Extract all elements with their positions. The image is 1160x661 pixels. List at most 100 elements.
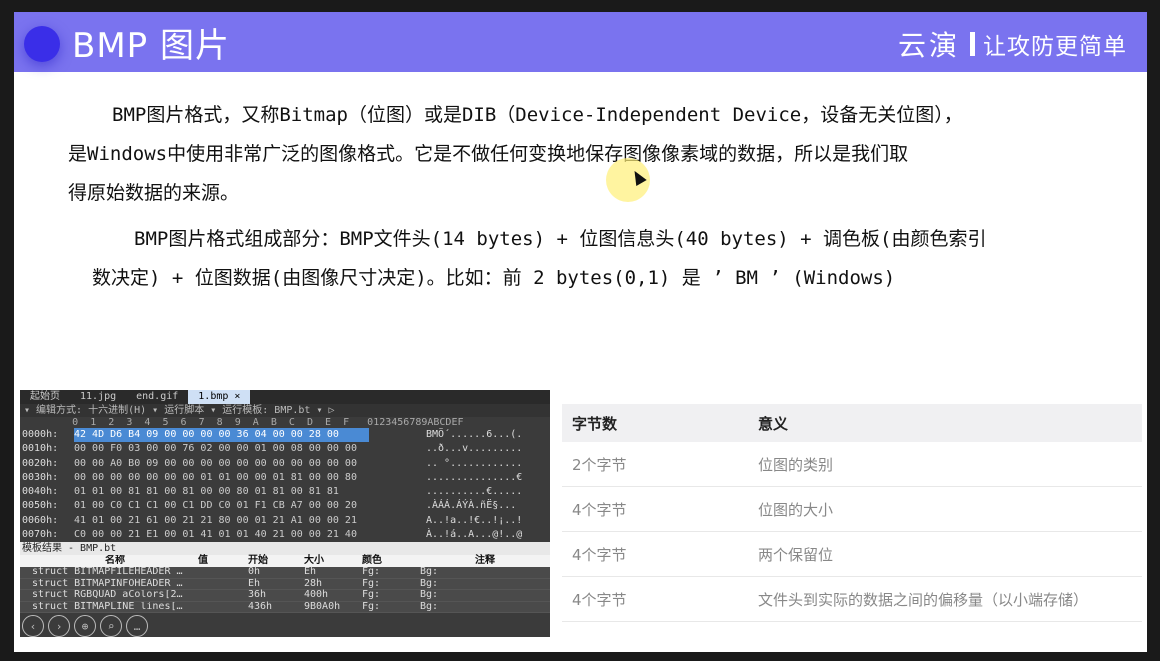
table-cell: 4个字节 — [572, 500, 627, 519]
template-header-row: 名称 值 开始 大小 颜色 注释 — [20, 555, 550, 568]
hex-addr: 0010h: — [22, 443, 59, 455]
presentation-controls: ‹ › ⊕ ⌕ … — [22, 615, 148, 637]
paragraph-1-line-1: BMP图片格式，又称Bitmap（位图）或是DIB（Device-Indepen… — [112, 104, 963, 126]
slide: BMP 图片 云演 让攻防更简单 BMP图片格式，又称Bitmap（位图）或是D… — [14, 12, 1147, 652]
template-col-value: 值 — [198, 555, 208, 567]
template-size: 28h — [304, 577, 323, 589]
hex-ascii: ..........€..... — [426, 486, 523, 498]
hex-addr: 0060h: — [22, 514, 59, 526]
hex-bytes: 41 01 00 21 61 00 21 21 80 00 01 21 A1 0… — [74, 514, 357, 526]
template-results-title: 模板结果 - BMP.bt — [20, 542, 550, 556]
hex-ascii: A..!a..!€..!¡..! — [426, 514, 523, 526]
brand: 云演 让攻防更简单 — [898, 24, 1127, 64]
hex-addr: 0030h: — [22, 471, 59, 483]
hex-addr: 0000h: — [22, 429, 59, 440]
template-bg: Bg: — [420, 589, 439, 601]
template-bg: Bg: — [420, 577, 439, 589]
template-row: struct BITMAPINFOHEADER … Eh 28h Fg: Bg: — [20, 577, 550, 591]
template-fg: Fg: — [362, 566, 381, 578]
template-name: struct RGBQUAD aColors[2… — [32, 590, 183, 601]
hex-editor-screenshot: 起始页 11.jpg end.gif 1.bmp × ▾ 编辑方式: 十六进制(… — [20, 390, 550, 637]
template-name: struct BITMAPINFOHEADER … — [32, 578, 183, 589]
brand-name: 云演 — [897, 29, 960, 62]
table-cell: 4个字节 — [572, 590, 627, 609]
template-name: struct BITMAPLINE lines[… — [32, 601, 183, 612]
hex-bytes: 00 00 A0 B0 09 00 00 00 00 00 00 00 00 0… — [74, 457, 357, 469]
more-options-button[interactable]: … — [126, 615, 148, 637]
table-header-meaning: 意义 — [758, 414, 789, 433]
hex-ascii: .ÀÁÁ.ÁÝÀ.ñË§... — [426, 500, 517, 512]
template-start: 436h — [248, 600, 273, 612]
table-cell: 2个字节 — [572, 455, 627, 474]
paragraph-2-line-2: 数决定) + 位图数据(由图像尺寸决定)。比如：前 2 bytes(0,1) 是… — [92, 267, 896, 289]
table-cell: 位图的类别 — [758, 455, 834, 474]
zoom-button[interactable]: ⌕ — [100, 615, 122, 637]
hex-bytes: C0 00 00 21 E1 00 01 41 01 01 40 21 00 0… — [74, 529, 357, 541]
template-size: 9B0A0h — [304, 600, 341, 612]
hex-column-header: 0 1 2 3 4 5 6 7 8 9 A B C D E F 01234567… — [24, 417, 464, 428]
hex-bytes: 42 4D D6 B4 09 00 00 00 00 36 04 00 00 2… — [74, 428, 414, 443]
hex-ascii: ...............€ — [426, 471, 523, 483]
table-cell: 4个字节 — [572, 545, 627, 564]
hex-bytes: 00 00 00 00 00 00 00 01 01 00 00 01 81 0… — [74, 471, 357, 483]
template-row: struct BITMAPFILEHEADER … 0h Eh Fg: Bg: — [20, 567, 550, 579]
table-header-row: 字节数 意义 — [562, 404, 1142, 442]
hex-ascii: BMÖ´......6...(. — [426, 429, 523, 440]
template-value — [198, 602, 248, 613]
slide-title: BMP 图片 — [72, 26, 230, 66]
table-cell: 位图的大小 — [758, 500, 834, 519]
hex-toolbar: ▾ 编辑方式: 十六进制(H) ▾ 运行脚本 ▾ 运行模板: BMP.bt ▾ … — [20, 404, 550, 417]
hex-tabs: 起始页 11.jpg end.gif 1.bmp × — [20, 390, 550, 404]
template-value — [198, 590, 248, 601]
pen-tool-button[interactable]: ⊕ — [74, 615, 96, 637]
template-value — [198, 579, 248, 590]
template-name: struct BITMAPFILEHEADER … — [32, 567, 183, 578]
table-row: 4个字节 文件头到实际的数据之间的偏移量（以小端存储） — [562, 577, 1142, 622]
template-row: struct BITMAPLINE lines[… 436h 9B0A0h Fg: Bg… — [20, 600, 550, 614]
table-row: 4个字节 两个保留位 — [562, 532, 1142, 577]
template-fg: Fg: — [362, 589, 381, 601]
hex-bytes: 01 01 00 81 81 00 81 00 00 80 01 81 00 8… — [74, 486, 339, 498]
hex-row: 0000h: 42 4D D6 B4 09 00 00 00 00 36 04 0… — [20, 428, 550, 443]
hex-row: 0030h: 00 00 00 00 00 00 00 01 01 00 00 0… — [20, 471, 550, 485]
hex-ascii: .. °............ — [426, 457, 523, 469]
hex-row: 0050h: 01 00 C0 C1 C1 00 C1 DD C0 01 F1 C… — [20, 499, 550, 513]
hex-bytes: 00 00 F0 03 00 00 76 02 00 00 01 00 08 0… — [74, 443, 357, 455]
brand-slogan: 让攻防更简单 — [983, 34, 1127, 60]
table-cell: 两个保留位 — [758, 545, 834, 564]
table-row: 2个字节 位图的类别 — [562, 442, 1142, 487]
template-start: 0h — [248, 566, 261, 578]
template-size: Eh — [304, 566, 317, 578]
byte-meaning-table: 字节数 意义 2个字节 位图的类别 4个字节 位图的大小 4个字节 两个保留位 4个字… — [562, 404, 1142, 622]
hex-ascii: ..ð...v......... — [426, 443, 523, 455]
hex-row: 0020h: 00 00 A0 B0 09 00 00 00 00 00 00 0… — [20, 457, 550, 471]
template-start: 36h — [248, 589, 267, 601]
paragraph-2-line-1: BMP图片格式组成部分：BMP文件头(14 bytes) + 位图信息头(40 … — [134, 228, 987, 250]
hex-addr: 0050h: — [22, 500, 59, 512]
hex-tab-active: 1.bmp × — [188, 390, 251, 404]
table-header-bytes: 字节数 — [572, 414, 618, 433]
template-bg: Bg: — [420, 566, 439, 578]
hex-addr: 0020h: — [22, 457, 59, 469]
template-col-comment: 注释 — [475, 555, 495, 567]
paragraph-1-line-2: 是Windows中使用非常广泛的图像格式。它是不做任何变换地保存图像像素域的数据… — [68, 143, 909, 165]
hex-addr: 0040h: — [22, 486, 59, 498]
brand-divider — [970, 32, 975, 56]
template-bg: Bg: — [420, 600, 439, 612]
template-value — [198, 567, 248, 578]
hex-tab: 11.jpg — [80, 391, 117, 402]
template-col-name: 名称 — [105, 555, 125, 567]
prev-slide-button[interactable]: ‹ — [22, 615, 44, 637]
paragraph-1-line-3: 得原始数据的来源。 — [68, 182, 240, 204]
slide-header: BMP 图片 云演 让攻防更简单 — [14, 12, 1147, 72]
template-fg: Fg: — [362, 600, 381, 612]
hex-row: 0070h: C0 00 00 21 E1 00 01 41 01 01 40 2… — [20, 528, 550, 542]
hex-tab: end.gif — [136, 391, 179, 402]
next-slide-button[interactable]: › — [48, 615, 70, 637]
table-cell: 文件头到实际的数据之间的偏移量（以小端存储） — [758, 590, 1089, 609]
hex-row: 0040h: 01 01 00 81 81 00 81 00 00 80 01 8… — [20, 485, 550, 499]
header-dot — [24, 26, 60, 62]
hex-addr: 0070h: — [22, 529, 59, 541]
template-start: Eh — [248, 577, 261, 589]
hex-row: 0060h: 41 01 00 21 61 00 21 21 80 00 01 2… — [20, 514, 550, 528]
